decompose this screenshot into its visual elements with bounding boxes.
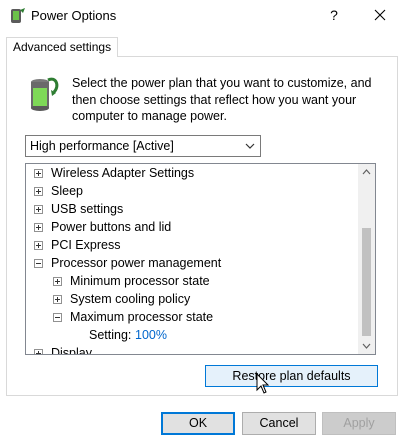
description-text: Select the power plan that you want to c… <box>72 76 372 123</box>
tab-advanced-settings[interactable]: Advanced settings <box>6 37 119 57</box>
expand-icon[interactable] <box>53 277 62 286</box>
ok-button[interactable]: OK <box>161 412 235 435</box>
collapse-icon[interactable] <box>53 313 62 322</box>
close-icon <box>374 9 386 21</box>
settings-tree[interactable]: Wireless Adapter Settings Sleep USB sett… <box>25 163 376 355</box>
tree-scrollbar[interactable] <box>358 164 375 354</box>
expand-icon[interactable] <box>53 295 62 304</box>
mouse-cursor-icon <box>256 373 270 394</box>
close-button[interactable] <box>366 3 394 27</box>
battery-icon <box>31 77 59 111</box>
expand-icon[interactable] <box>34 241 43 250</box>
scrollbar-thumb[interactable] <box>362 228 371 336</box>
expand-icon[interactable] <box>34 187 43 196</box>
setting-label: Setting: <box>89 328 132 342</box>
window-title: Power Options <box>31 8 117 23</box>
chevron-down-icon <box>245 143 255 149</box>
scroll-down-icon[interactable] <box>358 337 375 354</box>
title-bar: Power Options ? <box>0 0 404 31</box>
power-plan-value: High performance [Active] <box>30 139 174 153</box>
scroll-up-icon[interactable] <box>358 164 375 181</box>
setting-value-link[interactable]: 100% <box>135 326 167 344</box>
collapse-icon[interactable] <box>34 259 43 268</box>
restore-plan-defaults-button[interactable]: Restore plan defaults <box>205 365 378 387</box>
power-options-window: Power Options ? Advanced settings Select… <box>0 0 404 442</box>
power-plan-dropdown[interactable]: High performance [Active] <box>25 135 261 157</box>
help-button[interactable]: ? <box>322 3 346 27</box>
power-options-app-icon <box>11 8 25 23</box>
expand-icon[interactable] <box>34 169 43 178</box>
expand-icon[interactable] <box>34 205 43 214</box>
expand-icon[interactable] <box>34 223 43 232</box>
expand-icon[interactable] <box>34 349 43 354</box>
apply-button[interactable]: Apply <box>322 412 396 435</box>
cancel-button[interactable]: Cancel <box>242 412 316 435</box>
